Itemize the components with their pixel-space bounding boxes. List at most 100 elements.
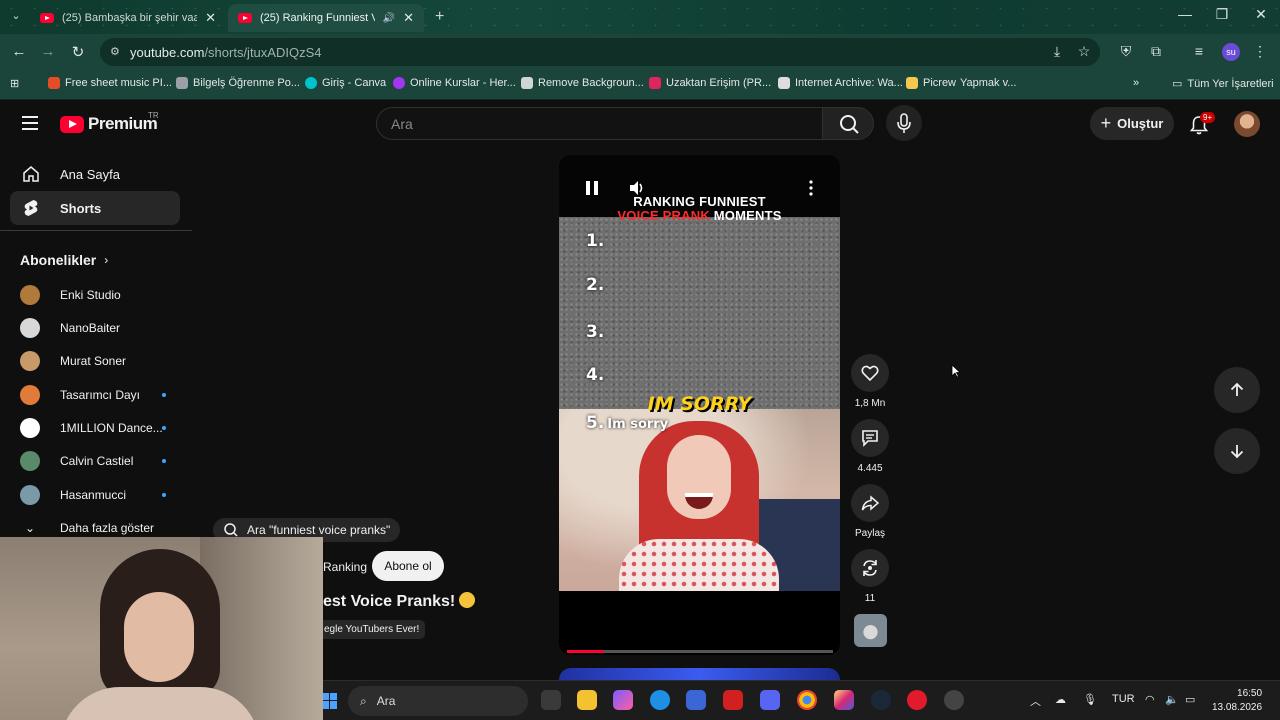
tab-close-icon[interactable]: ✕ xyxy=(205,10,216,26)
new-content-dot xyxy=(162,426,166,430)
file-explorer-icon[interactable] xyxy=(577,690,597,710)
shorts-player[interactable]: RANKING FUNNIEST VOICE PRANK MOMENTS 1. … xyxy=(559,155,840,655)
bookmark-item[interactable]: Free sheet music PI... xyxy=(48,77,172,89)
close-window-icon[interactable]: ✕ xyxy=(1246,6,1276,23)
subscription-item[interactable]: Hasanmucci xyxy=(20,483,180,507)
subscription-item[interactable]: Enki Studio xyxy=(20,283,180,307)
tray-overflow-icon[interactable]: ︿ xyxy=(1030,693,1041,709)
back-icon[interactable]: ← xyxy=(10,43,28,60)
microphone-tray-icon[interactable]: 🎙 xyxy=(1083,693,1097,706)
youtube-favicon-icon xyxy=(238,13,252,23)
search-button[interactable] xyxy=(822,107,874,140)
chatgpt-icon[interactable] xyxy=(944,690,964,710)
discord-icon[interactable] xyxy=(760,690,780,710)
bookmark-item[interactable]: Yapmak v... xyxy=(960,77,1016,89)
subscription-item[interactable]: Murat Soner xyxy=(20,349,180,373)
edge-icon[interactable] xyxy=(650,690,670,710)
shield-extension-icon[interactable]: ⛨ xyxy=(1117,43,1135,60)
remix-button[interactable] xyxy=(851,549,889,587)
subscription-item[interactable]: 1MILLION Dance... xyxy=(20,416,180,440)
subscription-item[interactable]: NanoBaiter xyxy=(20,316,180,340)
apps-grid-icon[interactable]: ⊞ xyxy=(10,77,19,90)
media-app-icon[interactable] xyxy=(907,690,927,710)
sound-thumbnail[interactable] xyxy=(854,614,887,647)
minimize-icon[interactable]: — xyxy=(1170,6,1200,22)
video-progress-bar[interactable] xyxy=(567,650,833,653)
install-app-icon[interactable]: ⤓ xyxy=(1048,43,1066,60)
like-button[interactable] xyxy=(851,354,889,392)
speaker-icon[interactable]: 🔈 xyxy=(1165,693,1179,706)
voice-search-button[interactable] xyxy=(886,105,922,141)
sheet-music-icon xyxy=(48,77,60,89)
battery-icon[interactable]: ▭ xyxy=(1185,693,1195,706)
bookmark-star-icon[interactable]: ☆ xyxy=(1075,43,1093,60)
task-view-icon[interactable] xyxy=(541,690,561,710)
channel-name[interactable]: Ranking xyxy=(323,560,367,574)
copilot-icon[interactable] xyxy=(613,690,633,710)
browser-tab-2[interactable]: (25) Ranking Funniest Voice 🔊 ✕ xyxy=(228,4,424,32)
bookmark-item[interactable]: Picrew xyxy=(906,77,956,89)
sidebar-item-home[interactable]: Ana Sayfa xyxy=(10,157,180,191)
subscription-item[interactable]: Tasarımcı Dayı xyxy=(20,383,180,407)
language-indicator[interactable]: TUR xyxy=(1112,693,1135,705)
sidebar-item-shorts[interactable]: Shorts xyxy=(10,191,180,225)
like-count: 1,8 Mn xyxy=(854,398,886,409)
profile-avatar[interactable]: su xyxy=(1222,43,1240,61)
create-button[interactable]: + Oluştur xyxy=(1090,107,1174,140)
forward-icon[interactable]: → xyxy=(39,43,57,60)
tab-audio-icon[interactable]: 🔊 xyxy=(383,13,395,24)
windows-start-icon[interactable] xyxy=(323,692,337,710)
subscription-item[interactable]: Calvin Castiel xyxy=(20,449,180,473)
tab-search-icon[interactable]: ⌄ xyxy=(8,9,24,25)
heart-icon xyxy=(861,365,879,382)
more-options-button[interactable] xyxy=(802,179,820,197)
bookmark-item[interactable]: Remove Backgroun... xyxy=(521,77,644,89)
comments-button[interactable] xyxy=(851,419,889,457)
subscriptions-heading[interactable]: Abonelikler › xyxy=(20,252,108,268)
new-tab-icon[interactable]: + xyxy=(435,8,444,26)
media-controls-icon[interactable]: ≡ xyxy=(1190,43,1208,59)
onedrive-icon[interactable]: ☁ xyxy=(1055,693,1066,706)
youtube-logo[interactable]: Premium TR xyxy=(60,111,159,134)
sidebar: Ana Sayfa Shorts Abonelikler › Enki Stud… xyxy=(0,148,192,540)
pause-button[interactable] xyxy=(583,179,601,197)
menu-icon[interactable] xyxy=(22,116,38,130)
bookmark-item[interactable]: Bilgelş Öğrenme Po... xyxy=(176,77,300,89)
reload-icon[interactable]: ↻ xyxy=(69,43,87,61)
volume-button[interactable] xyxy=(628,179,646,197)
more-vertical-icon xyxy=(809,180,813,196)
previous-short-button[interactable] xyxy=(1214,367,1260,413)
restore-icon[interactable]: ❐ xyxy=(1207,6,1237,23)
steam-icon[interactable] xyxy=(871,690,891,710)
taskbar-search[interactable]: ⌕ Ara xyxy=(348,686,528,716)
all-bookmarks-folder[interactable]: ▭ Tüm Yer İşaretleri xyxy=(1172,77,1274,91)
more-menu-icon[interactable]: ⋮ xyxy=(1251,43,1269,60)
rank-label: 2. xyxy=(586,275,605,295)
next-short-button[interactable] xyxy=(1214,428,1260,474)
taskbar-clock[interactable]: 16:50 13.08.2026 xyxy=(1212,687,1262,715)
bookmark-item[interactable]: Uzaktan Erişim (PR... xyxy=(649,77,771,89)
l-app-icon[interactable] xyxy=(723,690,743,710)
store-icon[interactable] xyxy=(686,690,706,710)
bookmark-item[interactable]: Internet Archive: Wa... xyxy=(778,77,903,89)
tab-close-icon[interactable]: ✕ xyxy=(403,10,414,26)
video-title[interactable]: est Voice Pranks! xyxy=(323,592,476,611)
search-input[interactable]: Ara xyxy=(376,107,823,140)
instagram-icon[interactable] xyxy=(834,690,854,710)
share-label: Paylaş xyxy=(854,528,885,539)
bookmark-item[interactable]: Giriş - Canva xyxy=(305,77,386,89)
more-bookmarks-icon[interactable]: » xyxy=(1133,77,1139,89)
address-bar[interactable]: ⚙ youtube.com/shorts/jtuxADIQzS4 xyxy=(100,38,1100,66)
account-avatar[interactable] xyxy=(1234,111,1260,137)
playlist-chip[interactable]: egle YouTubers Ever! xyxy=(318,620,426,639)
wifi-icon[interactable]: ◠ xyxy=(1145,693,1155,706)
site-info-icon[interactable]: ⚙ xyxy=(110,45,120,58)
share-button[interactable] xyxy=(851,484,889,522)
chrome-icon[interactable] xyxy=(797,690,817,710)
extensions-icon[interactable]: ⧉ xyxy=(1147,43,1165,60)
bookmark-item[interactable]: Online Kurslar - Her... xyxy=(393,77,516,89)
browser-tab-1[interactable]: (25) Bambaşka bir şehir vaar... ✕ xyxy=(30,4,226,32)
sidebar-divider xyxy=(0,230,192,231)
archive-icon xyxy=(778,77,790,89)
subscribe-button[interactable]: Abone ol xyxy=(372,551,444,581)
